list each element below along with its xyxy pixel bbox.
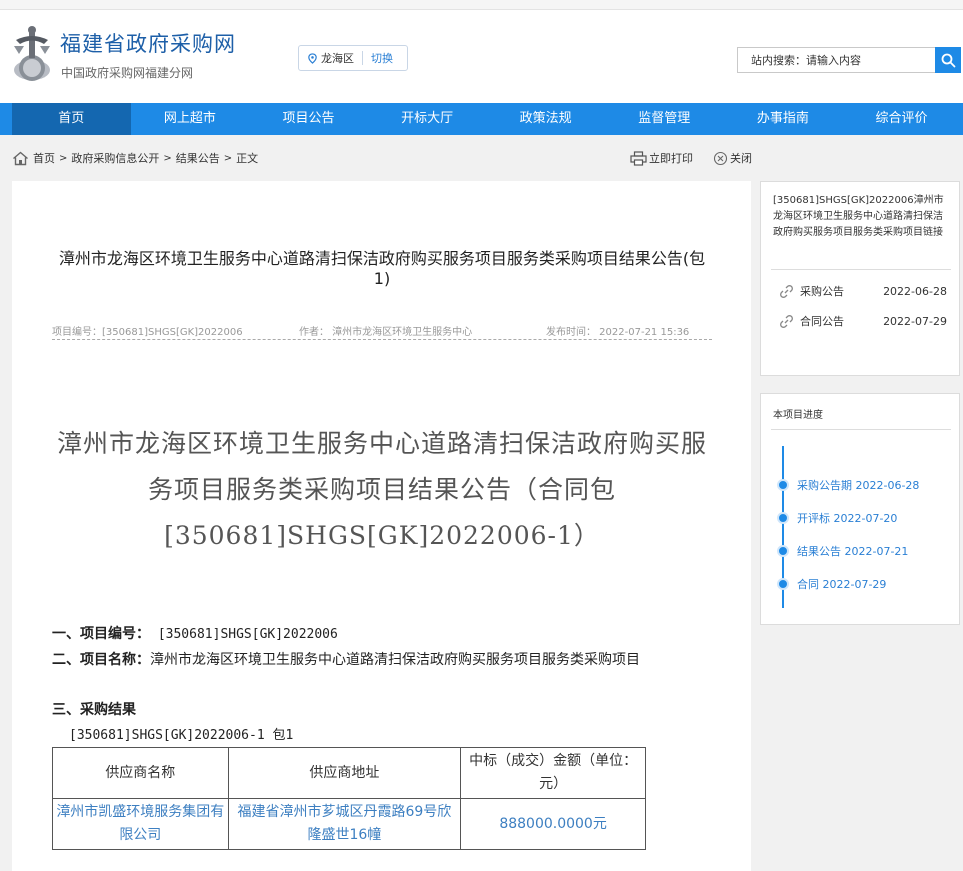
table-header: 供应商名称 bbox=[52, 747, 229, 799]
result-table: 供应商名称 供应商地址 中标（成交）金额（单位：元） 漳州市凯盛环境服务集团有限… bbox=[52, 747, 646, 850]
printer-icon bbox=[630, 150, 647, 166]
region-selector[interactable]: 龙海区 切换 bbox=[298, 45, 408, 71]
region-switch-link[interactable]: 切换 bbox=[371, 50, 393, 66]
close-icon bbox=[713, 151, 728, 165]
meta-publish-time: 发布时间： 2022-07-21 15:36 bbox=[546, 327, 690, 338]
link-item[interactable]: 采购公告 2022-06-28 bbox=[779, 282, 947, 300]
breadcrumb-sep: > bbox=[223, 152, 233, 164]
progress-step: 结果公告 2022-07-21 bbox=[777, 544, 957, 558]
table-header: 供应商地址 bbox=[227, 747, 462, 799]
nav-bid-hall[interactable]: 开标大厅 bbox=[368, 103, 487, 135]
section-1-value: [350681]SHGS[GK]2022006 bbox=[150, 627, 338, 642]
site-subtitle: 中国政府采购网福建分网 bbox=[61, 66, 194, 80]
link-icon bbox=[780, 314, 793, 328]
breadcrumb-home[interactable]: 首页 bbox=[33, 150, 55, 166]
link-name[interactable]: 合同公告 bbox=[800, 313, 844, 329]
meta-project-code: 项目编号：[350681]SHGS[GK]2022006 bbox=[52, 327, 243, 338]
close-button[interactable]: 关闭 bbox=[713, 150, 752, 166]
table-row: 漳州市凯盛环境服务集团有限公司 福建省漳州市芗城区丹霞路69号欣隆盛世16幢 8… bbox=[52, 798, 646, 850]
section-2-label: 二、项目名称： bbox=[52, 652, 150, 668]
close-label: 关闭 bbox=[730, 152, 752, 165]
project-progress-panel: 本项目进度 采购公告期 2022-06-28 开评标 2022-07-20 结果… bbox=[760, 393, 960, 625]
region-divider bbox=[362, 51, 363, 65]
timeline-dot-icon bbox=[777, 545, 789, 557]
section-1-label: 一、项目编号： bbox=[52, 626, 150, 642]
supplier-address-cell[interactable]: 福建省漳州市芗城区丹霞路69号欣隆盛世16幢 bbox=[227, 798, 462, 850]
timeline-dot-icon bbox=[777, 578, 789, 590]
progress-step-label[interactable]: 结果公告 2022-07-21 bbox=[797, 543, 908, 559]
location-pin-icon bbox=[308, 52, 317, 64]
breadcrumb-current: 正文 bbox=[236, 152, 259, 165]
section-3-label: 三、采购结果 bbox=[52, 702, 136, 718]
progress-step: 合同 2022-07-29 bbox=[777, 577, 957, 591]
section-2-value: 漳州市龙海区环境卫生服务中心道路清扫保洁政府购买服务项目服务类采购项目 bbox=[150, 652, 640, 668]
table-header: 中标（成交）金额（单位：元） bbox=[460, 747, 646, 799]
breadcrumb-sep: > bbox=[59, 152, 68, 164]
link-date: 2022-06-28 bbox=[883, 284, 947, 298]
link-icon bbox=[780, 284, 793, 298]
breadcrumb-info-public[interactable]: 政府采购信息公开 bbox=[71, 150, 159, 166]
breadcrumb-result-notice[interactable]: 结果公告 bbox=[176, 150, 220, 166]
progress-step-label[interactable]: 采购公告期 2022-06-28 bbox=[797, 477, 919, 493]
link-name[interactable]: 采购公告 bbox=[800, 283, 844, 299]
print-label: 立即打印 bbox=[649, 152, 693, 165]
link-item[interactable]: 合同公告 2022-07-29 bbox=[779, 312, 947, 330]
breadcrumb: 首页 > 政府采购信息公开 > 结果公告 > 正文 bbox=[12, 148, 258, 168]
progress-step: 采购公告期 2022-06-28 bbox=[777, 478, 957, 492]
table-header-row: 供应商名称 供应商地址 中标（成交）金额（单位：元） bbox=[52, 747, 646, 799]
meta-author: 作者： 漳州市龙海区环境卫生服务中心 bbox=[299, 327, 473, 338]
bid-amount-cell[interactable]: 888000.0000元 bbox=[460, 798, 646, 850]
header: 福建省政府采购网 中国政府采购网福建分网 龙海区 切换 站内搜索： 请输入内容 bbox=[0, 10, 963, 103]
timeline-dot-icon bbox=[777, 512, 789, 524]
timeline-dot-icon bbox=[777, 479, 789, 491]
section-result: 三、采购结果 bbox=[52, 698, 717, 722]
panel-divider bbox=[771, 269, 951, 270]
main-nav: 首页 网上超市 项目公告 开标大厅 政策法规 监督管理 办事指南 综合评价 bbox=[0, 103, 963, 135]
search-icon bbox=[941, 53, 955, 67]
progress-step-label[interactable]: 开评标 2022-07-20 bbox=[797, 510, 897, 526]
breadcrumb-sep: > bbox=[163, 152, 172, 164]
nav-evaluation[interactable]: 综合评价 bbox=[842, 103, 961, 135]
project-links-panel: [350681]SHGS[GK]2022006漳州市龙海区环境卫生服务中心道路清… bbox=[760, 181, 960, 376]
progress-step-label[interactable]: 合同 2022-07-29 bbox=[797, 576, 886, 592]
page-tools: 立即打印 关闭 bbox=[630, 148, 772, 168]
link-date: 2022-07-29 bbox=[883, 314, 947, 328]
article-title: 漳州市龙海区环境卫生服务中心道路清扫保洁政府购买服务项目服务类采购项目结果公告(… bbox=[58, 249, 706, 288]
progress-title: 本项目进度 bbox=[773, 410, 823, 421]
search-button[interactable] bbox=[935, 47, 961, 73]
section-project-code: 一、项目编号： [350681]SHGS[GK]2022006 bbox=[52, 622, 717, 647]
home-icon[interactable] bbox=[12, 151, 29, 166]
article-panel: 漳州市龙海区环境卫生服务中心道路清扫保洁政府购买服务项目服务类采购项目结果公告(… bbox=[12, 181, 751, 871]
search-label: 站内搜索： bbox=[751, 54, 806, 67]
nav-policy[interactable]: 政策法规 bbox=[486, 103, 605, 135]
nav-home[interactable]: 首页 bbox=[12, 103, 131, 135]
region-name: 龙海区 bbox=[321, 52, 354, 65]
supplier-name-cell[interactable]: 漳州市凯盛环境服务集团有限公司 bbox=[52, 798, 229, 850]
search-input[interactable]: 站内搜索： 请输入内容 bbox=[737, 47, 935, 73]
site-title[interactable]: 福建省政府采购网 bbox=[60, 28, 236, 58]
nav-supervision[interactable]: 监督管理 bbox=[605, 103, 724, 135]
package-label: [350681]SHGS[GK]2022006-1 包1 bbox=[69, 728, 294, 743]
progress-step: 开评标 2022-07-20 bbox=[777, 511, 957, 525]
project-links-title: [350681]SHGS[GK]2022006漳州市龙海区环境卫生服务中心道路清… bbox=[773, 195, 944, 238]
print-button[interactable]: 立即打印 bbox=[630, 150, 693, 166]
notice-heading: 漳州市龙海区环境卫生服务中心道路清扫保洁政府购买服务项目服务类采购项目结果公告（… bbox=[56, 429, 707, 550]
nav-guide[interactable]: 办事指南 bbox=[724, 103, 843, 135]
section-project-name: 二、项目名称：漳州市龙海区环境卫生服务中心道路清扫保洁政府购买服务项目服务类采购… bbox=[52, 648, 717, 672]
search-placeholder: 请输入内容 bbox=[806, 54, 861, 67]
logo-emblem-icon[interactable] bbox=[10, 24, 54, 82]
nav-online-market[interactable]: 网上超市 bbox=[131, 103, 250, 135]
panel-divider bbox=[771, 429, 951, 430]
article-meta: 项目编号：[350681]SHGS[GK]2022006 作者： 漳州市龙海区环… bbox=[52, 323, 712, 340]
nav-project-notice[interactable]: 项目公告 bbox=[249, 103, 368, 135]
top-strip bbox=[0, 0, 963, 10]
